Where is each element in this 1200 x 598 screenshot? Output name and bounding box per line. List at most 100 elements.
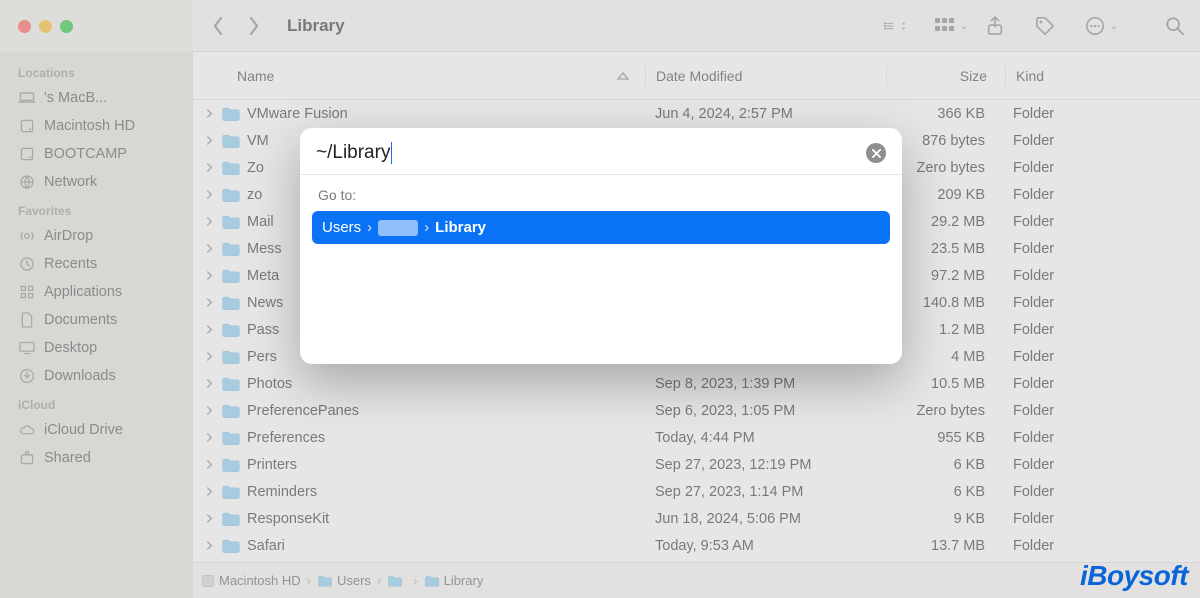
file-size: 1.2 MB — [885, 322, 1003, 338]
hdd-icon — [18, 117, 36, 135]
sort-asc-icon — [617, 72, 629, 80]
go-to-path-value: ~/Library — [316, 142, 390, 163]
file-name: zo — [247, 187, 262, 203]
folder-icon — [221, 160, 241, 176]
disclosure-triangle-icon[interactable] — [203, 432, 215, 443]
close-window-button[interactable] — [18, 20, 31, 33]
sidebar-item[interactable]: Macintosh HD — [0, 112, 193, 140]
folder-icon — [221, 322, 241, 338]
clear-input-button[interactable] — [866, 143, 886, 163]
sidebar-item[interactable]: iCloud Drive — [0, 416, 193, 444]
list-view-icon — [884, 17, 895, 35]
path-separator-icon: › — [413, 573, 417, 588]
path-crumb[interactable]: Library — [424, 573, 484, 588]
disclosure-triangle-icon[interactable] — [203, 135, 215, 146]
column-kind[interactable]: Kind — [1006, 68, 1200, 84]
table-row[interactable]: VMware FusionJun 4, 2024, 2:57 PM366 KBF… — [193, 100, 1200, 127]
disclosure-triangle-icon[interactable] — [203, 405, 215, 416]
sidebar-item[interactable]: BOOTCAMP — [0, 140, 193, 168]
disclosure-triangle-icon[interactable] — [203, 513, 215, 524]
path-crumb[interactable]: Users — [317, 573, 371, 588]
sidebar-item[interactable]: Applications — [0, 278, 193, 306]
tag-icon — [1035, 16, 1055, 36]
disclosure-triangle-icon[interactable] — [203, 108, 215, 119]
close-icon — [872, 149, 881, 158]
column-size[interactable]: Size — [887, 68, 1005, 84]
file-date: Jun 4, 2024, 2:57 PM — [645, 106, 885, 122]
forward-button[interactable] — [243, 15, 265, 37]
sidebar-item[interactable]: Desktop — [0, 334, 193, 362]
file-name: Meta — [247, 268, 279, 284]
share-button[interactable] — [984, 15, 1006, 37]
sidebar-item-label: AirDrop — [44, 228, 93, 244]
back-button[interactable] — [207, 15, 229, 37]
file-size: 209 KB — [885, 187, 1003, 203]
table-row[interactable]: SafariToday, 9:53 AM13.7 MBFolder — [193, 532, 1200, 559]
icon-view-icon — [934, 17, 956, 35]
tags-button[interactable] — [1034, 15, 1056, 37]
search-button[interactable] — [1164, 15, 1186, 37]
file-kind: Folder — [1003, 403, 1200, 419]
table-row[interactable]: PhotosSep 8, 2023, 1:39 PM10.5 MBFolder — [193, 370, 1200, 397]
table-row[interactable]: PrintersSep 27, 2023, 12:19 PM6 KBFolder — [193, 451, 1200, 478]
sidebar-item[interactable]: Recents — [0, 250, 193, 278]
file-kind: Folder — [1003, 511, 1200, 527]
folder-icon — [221, 430, 241, 446]
disclosure-triangle-icon[interactable] — [203, 459, 215, 470]
disclosure-triangle-icon[interactable] — [203, 324, 215, 335]
path-crumb[interactable]: Macintosh HD — [201, 573, 301, 588]
column-name[interactable]: Name — [193, 68, 645, 84]
sidebar-item-label: 's MacB... — [44, 90, 107, 106]
go-to-result[interactable]: Users››Library — [312, 211, 890, 244]
redacted-username — [378, 220, 418, 236]
icon-view-button[interactable]: ⌄ — [934, 15, 956, 37]
sidebar-item-label: Documents — [44, 312, 117, 328]
column-date[interactable]: Date Modified — [646, 68, 886, 84]
sidebar-group-label: Favorites — [0, 196, 193, 222]
file-size: 876 bytes — [885, 133, 1003, 149]
disclosure-triangle-icon[interactable] — [203, 378, 215, 389]
sidebar-item[interactable]: Network — [0, 168, 193, 196]
file-date: Sep 27, 2023, 12:19 PM — [645, 457, 885, 473]
sidebar-item[interactable]: Shared — [0, 444, 193, 472]
desktop-icon — [18, 339, 36, 357]
file-size: 10.5 MB — [885, 376, 1003, 392]
file-name: Mess — [247, 241, 282, 257]
disclosure-triangle-icon[interactable] — [203, 270, 215, 281]
file-kind: Folder — [1003, 268, 1200, 284]
download-icon — [18, 367, 36, 385]
path-crumb[interactable] — [387, 575, 407, 587]
disclosure-triangle-icon[interactable] — [203, 540, 215, 551]
file-kind: Folder — [1003, 187, 1200, 203]
disclosure-triangle-icon[interactable] — [203, 351, 215, 362]
chevron-down-icon: ⌄ — [960, 21, 968, 32]
actions-button[interactable]: ⌄ — [1084, 15, 1106, 37]
sidebar-item[interactable]: Downloads — [0, 362, 193, 390]
disclosure-triangle-icon[interactable] — [203, 189, 215, 200]
table-row[interactable]: RemindersSep 27, 2023, 1:14 PM6 KBFolder — [193, 478, 1200, 505]
go-to-label: Go to: — [312, 185, 890, 211]
sidebar-item[interactable]: Documents — [0, 306, 193, 334]
list-view-button[interactable] — [884, 15, 906, 37]
share-icon — [18, 449, 36, 467]
file-date: Sep 6, 2023, 1:05 PM — [645, 403, 885, 419]
sidebar-group-label: iCloud — [0, 390, 193, 416]
table-row[interactable]: ResponseKitJun 18, 2024, 5:06 PM9 KBFold… — [193, 505, 1200, 532]
disclosure-triangle-icon[interactable] — [203, 297, 215, 308]
go-to-path-input[interactable]: ~/Library — [316, 142, 866, 164]
table-row[interactable]: PreferencePanesSep 6, 2023, 1:05 PMZero … — [193, 397, 1200, 424]
zoom-window-button[interactable] — [60, 20, 73, 33]
disclosure-triangle-icon[interactable] — [203, 216, 215, 227]
sidebar-item[interactable]: AirDrop — [0, 222, 193, 250]
sidebar-item-label: Applications — [44, 284, 122, 300]
path-separator-icon: › — [307, 573, 311, 588]
file-date: Today, 4:44 PM — [645, 430, 885, 446]
table-row[interactable]: PreferencesToday, 4:44 PM955 KBFolder — [193, 424, 1200, 451]
disclosure-triangle-icon[interactable] — [203, 243, 215, 254]
disclosure-triangle-icon[interactable] — [203, 162, 215, 173]
disclosure-triangle-icon[interactable] — [203, 486, 215, 497]
folder-icon — [221, 106, 241, 122]
sidebar: Locations's MacB...Macintosh HDBOOTCAMPN… — [0, 52, 193, 598]
minimize-window-button[interactable] — [39, 20, 52, 33]
sidebar-item[interactable]: 's MacB... — [0, 84, 193, 112]
